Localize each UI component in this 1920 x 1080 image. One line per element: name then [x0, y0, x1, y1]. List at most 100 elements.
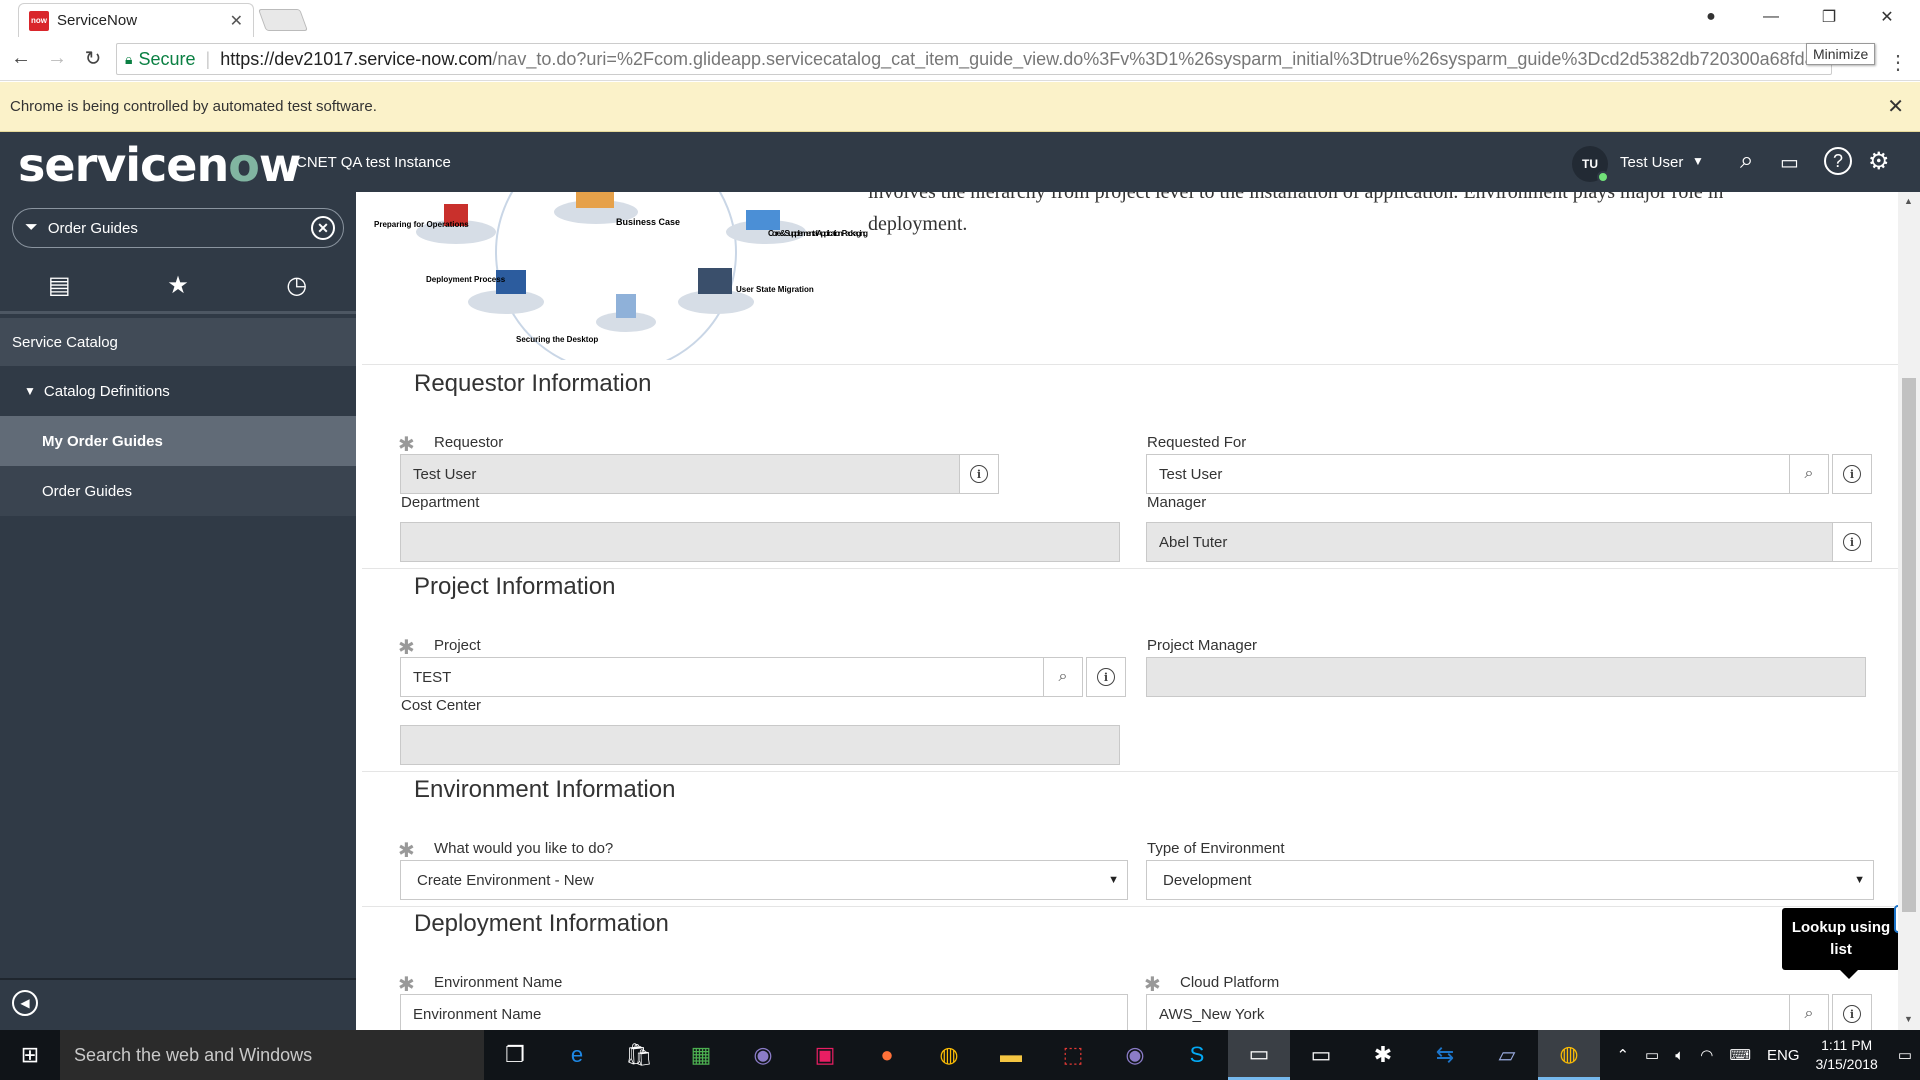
chevron-down-icon[interactable]: ▼ [1692, 154, 1704, 168]
clock[interactable]: 1:11 PM 3/15/2018 [1816, 1036, 1878, 1074]
chrome-active-icon[interactable]: ◍ [1538, 1030, 1600, 1080]
profile-icon[interactable]: ● [1682, 0, 1740, 34]
tab-close-icon[interactable]: ✕ [230, 11, 243, 31]
environment-name-input[interactable]: Environment Name [400, 994, 1128, 1030]
filter-icon: ⏷ [25, 219, 38, 236]
search-icon: ⌕ [1804, 1005, 1814, 1022]
eclipse-2-icon[interactable]: ◉ [1104, 1030, 1166, 1080]
avatar[interactable]: TU [1572, 146, 1609, 183]
chrome-icon[interactable]: ◍ [918, 1030, 980, 1080]
spreadsheet-icon[interactable]: ▦ [670, 1030, 732, 1080]
cloud-platform-info-button[interactable]: i [1832, 994, 1872, 1030]
close-window-button[interactable]: ✕ [1858, 0, 1916, 34]
dropdown-arrow-icon: ▼ [1108, 874, 1119, 886]
cloud-platform-label: Cloud Platform [1180, 974, 1280, 991]
chat-icon[interactable]: ▭ [1780, 150, 1799, 175]
chrome-menu-icon[interactable]: ⋮ [1888, 50, 1908, 75]
project-info-button[interactable]: i [1086, 657, 1126, 697]
restore-window-button[interactable]: ❐ [1800, 0, 1858, 34]
speaker-icon[interactable]: 🔈︎ [1675, 1047, 1684, 1064]
diagram-label: Deployment Process [426, 275, 506, 284]
windows-start-icon[interactable]: ⊞ [0, 1030, 60, 1080]
browser-tab[interactable]: now ServiceNow ✕ [18, 3, 254, 37]
battery-icon[interactable]: ▭ [1645, 1046, 1659, 1064]
store-icon[interactable]: 🛍︎ [608, 1030, 670, 1080]
gear-icon[interactable]: ⚙ [1868, 147, 1890, 176]
diagram-label: Core & Supplemental Application Packagin… [768, 229, 868, 238]
forward-arrow-icon[interactable]: → [42, 44, 72, 74]
wifi-icon[interactable]: ◠ [1700, 1046, 1713, 1064]
intellij-icon[interactable]: ▣ [794, 1030, 856, 1080]
project-label: Project [434, 637, 481, 654]
favorites-star-icon[interactable]: ★ [119, 260, 238, 311]
manager-info-button[interactable]: i [1832, 522, 1872, 562]
remote-desktop-icon[interactable]: ▭ [1228, 1030, 1290, 1080]
taskbar-search-input[interactable]: Search the web and Windows [60, 1030, 484, 1080]
section-title-deployment: Deployment Information [414, 910, 669, 937]
language-indicator[interactable]: ENG [1767, 1047, 1800, 1064]
history-clock-icon[interactable]: ◷ [237, 260, 356, 311]
chevron-up-icon[interactable]: ⌃ [1616, 1046, 1629, 1064]
deployment-diagram: Preparing for Operations Business Case C… [374, 192, 868, 360]
slack-icon[interactable]: ✱ [1352, 1030, 1414, 1080]
minimize-window-button[interactable]: — [1742, 0, 1800, 34]
acrobat-icon[interactable]: ⬚ [1042, 1030, 1104, 1080]
back-arrow-icon[interactable]: ← [6, 44, 36, 74]
url-path: /nav_to.do?uri=%2Fcom.glideapp.serviceca… [492, 48, 1832, 69]
manager-field: Abel Tuter [1146, 522, 1834, 562]
page-scrollbar[interactable]: ▲ ▼ [1898, 192, 1920, 1030]
requested-for-info-button[interactable]: i [1832, 454, 1872, 494]
new-tab-button[interactable] [257, 9, 309, 31]
scroll-down-icon[interactable]: ▼ [1904, 1014, 1913, 1024]
servicenow-header: servicenow CNET QA test Instance TU Test… [0, 132, 1920, 192]
requested-for-lookup-button[interactable]: ⌕ [1789, 454, 1829, 494]
project-field[interactable]: TEST [400, 657, 1044, 697]
scroll-up-icon[interactable]: ▲ [1904, 196, 1913, 206]
edge-icon[interactable]: e [546, 1030, 608, 1080]
teamviewer-taskbar-icon[interactable]: ⇆ [1414, 1030, 1476, 1080]
eclipse-icon[interactable]: ◉ [732, 1030, 794, 1080]
terminal-icon[interactable]: ▭ [1290, 1030, 1352, 1080]
reload-icon[interactable]: ↻ [78, 44, 108, 74]
notepad-icon[interactable]: ▱ [1476, 1030, 1538, 1080]
nav-item-catalog-definitions[interactable]: ▼ Catalog Definitions [0, 366, 356, 416]
nav-section-service-catalog[interactable]: Service Catalog [0, 318, 356, 366]
project-lookup-button[interactable]: ⌕ [1043, 657, 1083, 697]
firefox-icon[interactable]: ● [856, 1030, 918, 1080]
action-select[interactable]: Create Environment - New ▼ [400, 860, 1128, 900]
servicenow-favicon-icon: now [29, 10, 49, 31]
automation-infobar: Chrome is being controlled by automated … [0, 82, 1920, 132]
scrollbar-thumb[interactable] [1902, 378, 1916, 912]
nav-item-order-guides[interactable]: Order Guides [0, 466, 356, 516]
cloud-platform-lookup-button[interactable]: ⌕ [1789, 994, 1829, 1030]
clear-filter-icon[interactable]: ✕ [311, 216, 335, 240]
nav-item-my-order-guides[interactable]: My Order Guides [0, 416, 356, 466]
system-tray: ⌃ ▭ 🔈︎ ◠ ⌨ ENG 1:11 PM 3/15/2018 ▭ [1608, 1030, 1920, 1080]
servicenow-logo[interactable]: servicenow [18, 138, 301, 192]
help-icon[interactable]: ? [1824, 147, 1852, 175]
notifications-icon[interactable]: ▭ [1898, 1046, 1912, 1064]
user-menu[interactable]: Test User [1620, 154, 1683, 171]
collapse-navigator-icon[interactable]: ◀ [12, 990, 38, 1016]
address-bar[interactable]: 🔒︎ Secure | https://dev21017.service-now… [116, 43, 1832, 75]
requested-for-field[interactable]: Test User [1146, 454, 1790, 494]
task-view-icon[interactable]: ❐ [484, 1030, 546, 1080]
environment-type-select[interactable]: Development ▼ [1146, 860, 1874, 900]
section-title-environment: Environment Information [414, 776, 676, 803]
all-apps-icon[interactable]: ▤ [0, 260, 119, 311]
cost-center-label: Cost Center [401, 697, 482, 714]
secure-label: Secure [138, 48, 196, 69]
search-icon[interactable]: ⌕ [1740, 147, 1753, 175]
navigator-filter-input[interactable]: ⏷ Order Guides ✕ [12, 208, 344, 248]
url-host: https://dev21017.service-now.com [220, 48, 493, 69]
environment-name-label: Environment Name [434, 974, 563, 991]
skype-icon[interactable]: S [1166, 1030, 1228, 1080]
infobar-close-icon[interactable]: ✕ [1887, 94, 1904, 119]
cloud-platform-field[interactable]: AWS_New York [1146, 994, 1790, 1030]
requestor-info-button[interactable]: i [959, 454, 999, 494]
file-explorer-icon[interactable]: ▬ [980, 1030, 1042, 1080]
keyboard-icon[interactable]: ⌨ [1729, 1046, 1751, 1064]
requested-for-label: Requested For [1147, 434, 1247, 451]
infobar-message: Chrome is being controlled by automated … [10, 98, 377, 115]
requestor-label: Requestor [434, 434, 504, 451]
